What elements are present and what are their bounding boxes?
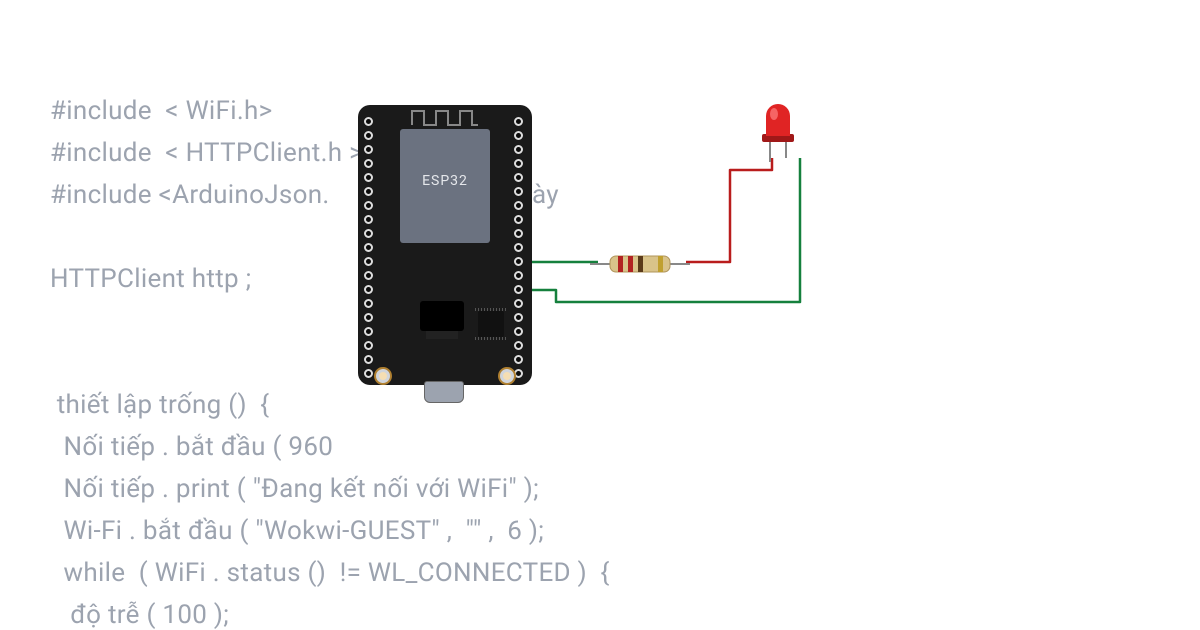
pin-hole[interactable] — [514, 355, 523, 364]
pin-hole[interactable] — [514, 271, 523, 280]
pin-hole[interactable] — [364, 341, 373, 350]
esp32-board[interactable]: ESP32 — [358, 105, 532, 395]
led-red[interactable] — [756, 100, 800, 165]
usb-port — [424, 381, 464, 403]
code-line: #include < HTTPClient.h > — [50, 138, 363, 168]
pin-hole[interactable] — [514, 341, 523, 350]
canvas: #include < WiFi.h> #include < HTTPClient… — [0, 0, 1200, 630]
code-line: Nối tiếp . print ( "Đang kết nối với WiF… — [50, 474, 539, 504]
pin-hole[interactable] — [364, 313, 373, 322]
code-line: thiết lập trống () { — [50, 390, 269, 420]
pin-hole[interactable] — [364, 271, 373, 280]
pin-hole[interactable] — [514, 173, 523, 182]
pin-hole[interactable] — [364, 145, 373, 154]
pin-hole[interactable] — [514, 117, 523, 126]
pin-hole[interactable] — [364, 215, 373, 224]
pin-hole[interactable] — [514, 187, 523, 196]
code-line: HTTPClient http ; — [50, 264, 251, 294]
pin-hole[interactable] — [514, 243, 523, 252]
pin-hole[interactable] — [364, 299, 373, 308]
pin-hole[interactable] — [514, 313, 523, 322]
pin-hole[interactable] — [364, 229, 373, 238]
chip-label: ESP32 — [400, 173, 490, 189]
pin-hole[interactable] — [514, 229, 523, 238]
code-line: while ( WiFi . status () != WL_CONNECTED… — [50, 558, 610, 588]
pin-hole[interactable] — [364, 369, 373, 378]
resistor[interactable] — [590, 252, 690, 276]
voltage-regulator — [420, 301, 464, 331]
pin-hole[interactable] — [364, 187, 373, 196]
boot-button[interactable] — [374, 367, 392, 385]
antenna — [410, 109, 480, 127]
pin-hole[interactable] — [514, 201, 523, 210]
pin-hole[interactable] — [364, 159, 373, 168]
en-button[interactable] — [498, 367, 516, 385]
code-line: độ trễ ( 100 ); — [50, 600, 229, 630]
pin-hole[interactable] — [514, 327, 523, 336]
pin-hole[interactable] — [364, 131, 373, 140]
pin-hole[interactable] — [514, 257, 523, 266]
pin-hole[interactable] — [364, 327, 373, 336]
pin-hole[interactable] — [514, 145, 523, 154]
pin-column-right — [514, 117, 526, 383]
pin-hole[interactable] — [364, 201, 373, 210]
pin-hole[interactable] — [364, 257, 373, 266]
pin-hole[interactable] — [364, 355, 373, 364]
pin-hole[interactable] — [514, 215, 523, 224]
esp32-shield: ESP32 — [400, 129, 490, 243]
pin-hole[interactable] — [364, 117, 373, 126]
wire-red — [686, 158, 772, 262]
pin-hole[interactable] — [364, 173, 373, 182]
pin-hole[interactable] — [514, 131, 523, 140]
code-line: Nối tiếp . bắt đầu ( 960 — [50, 432, 333, 462]
pin-hole[interactable] — [514, 299, 523, 308]
pin-hole[interactable] — [514, 159, 523, 168]
code-line: Wi-Fi . bắt đầu ( "Wokwi-GUEST" , "" , 6… — [50, 516, 544, 546]
pin-hole[interactable] — [364, 285, 373, 294]
pin-hole[interactable] — [364, 243, 373, 252]
small-chip — [478, 311, 504, 337]
code-line: #include < WiFi.h> — [50, 96, 273, 126]
pin-column-left — [364, 117, 376, 383]
pin-hole[interactable] — [514, 285, 523, 294]
